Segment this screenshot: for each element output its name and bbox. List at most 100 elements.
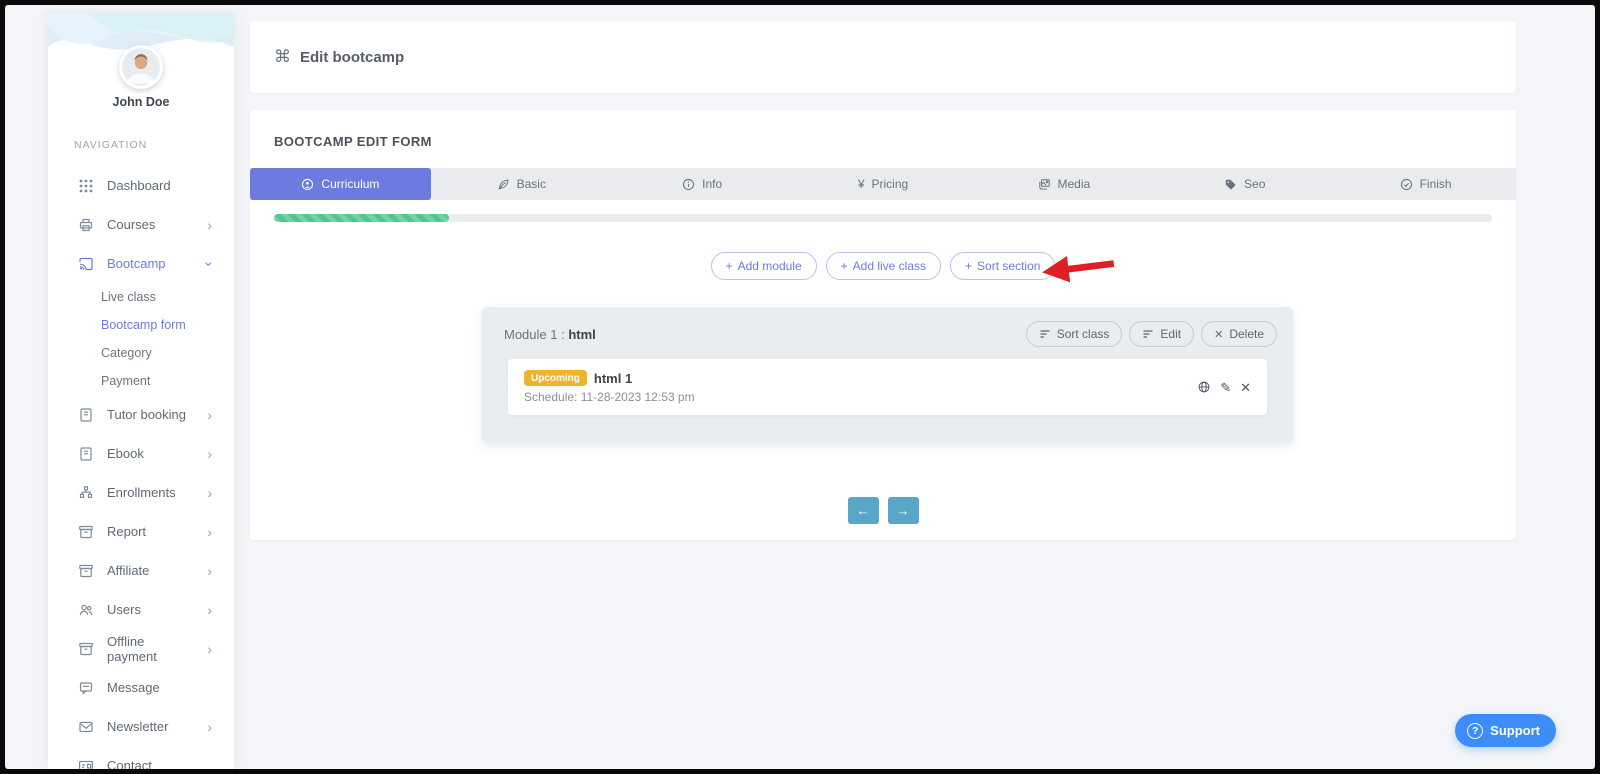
sidebar-item-label: Report xyxy=(107,524,146,539)
chevron-right-icon: › xyxy=(207,447,212,461)
tab-label: Finish xyxy=(1420,177,1452,191)
chevron-right-icon: › xyxy=(207,525,212,539)
user-name: John Doe xyxy=(48,95,234,109)
archive-icon xyxy=(78,524,94,540)
support-button[interactable]: ? Support xyxy=(1455,714,1556,747)
printer-icon xyxy=(78,217,94,233)
sidebar-item-newsletter[interactable]: Newsletter › xyxy=(48,707,234,746)
sidebar-item-offline-payment[interactable]: Offline payment › xyxy=(48,629,234,668)
sidebar-subitem-live-class[interactable]: Live class xyxy=(48,283,234,311)
envelope-icon xyxy=(78,719,94,735)
sidebar-item-affiliate[interactable]: Affiliate › xyxy=(48,551,234,590)
class-info: Upcoming html 1 Schedule: 11-28-2023 12:… xyxy=(524,370,695,404)
sidebar-item-label: Message xyxy=(107,680,160,695)
sidebar-item-enrollments[interactable]: Enrollments › xyxy=(48,473,234,512)
archive-icon xyxy=(78,641,94,657)
button-label: Add module xyxy=(738,259,802,273)
tab-basic[interactable]: Basic xyxy=(431,168,612,200)
plus-icon: + xyxy=(841,259,848,273)
sidebar-item-label: Affiliate xyxy=(107,563,149,578)
pencil-icon[interactable]: ✎ xyxy=(1220,381,1231,394)
screenshot-frame: John Doe NAVIGATION Dashboard Courses › … xyxy=(0,0,1600,774)
sidebar-subitem-payment[interactable]: Payment xyxy=(48,367,234,395)
close-icon[interactable]: ✕ xyxy=(1240,381,1251,394)
journal-icon xyxy=(78,407,94,423)
bootcamp-submenu: Live class Bootcamp form Category Paymen… xyxy=(48,283,234,395)
sidebar: John Doe NAVIGATION Dashboard Courses › … xyxy=(48,13,234,769)
support-label: Support xyxy=(1490,723,1540,738)
tab-label: Media xyxy=(1058,177,1091,191)
sidebar-item-report[interactable]: Report › xyxy=(48,512,234,551)
sidebar-item-label: Dashboard xyxy=(107,178,171,193)
tab-label: Pricing xyxy=(872,177,909,191)
sidebar-item-label: Bootcamp xyxy=(107,256,166,271)
class-schedule: Schedule: 11-28-2023 12:53 pm xyxy=(524,390,695,404)
avatar-photo xyxy=(122,48,160,86)
module-title: Module 1 : html xyxy=(504,327,596,342)
sidebar-item-label: Tutor booking xyxy=(107,407,186,422)
sidebar-subitem-category[interactable]: Category xyxy=(48,339,234,367)
tab-curriculum[interactable]: Curriculum xyxy=(250,168,431,200)
meeting-globe-icon[interactable] xyxy=(1197,380,1211,394)
sidebar-subitem-bootcamp-form[interactable]: Bootcamp form xyxy=(48,311,234,339)
id-card-icon xyxy=(78,758,94,770)
sidebar-item-tutor-booking[interactable]: Tutor booking › xyxy=(48,395,234,434)
feather-icon xyxy=(497,178,510,191)
sidebar-item-contact[interactable]: Contact xyxy=(48,746,234,769)
add-module-button[interactable]: + Add module xyxy=(711,252,817,280)
chevron-right-icon: › xyxy=(207,218,212,232)
chevron-right-icon: › xyxy=(207,603,212,617)
sidebar-item-message[interactable]: Message xyxy=(48,668,234,707)
wizard-pager: ← → xyxy=(250,497,1516,524)
chevron-right-icon: › xyxy=(207,720,212,734)
form-card-title: BOOTCAMP EDIT FORM xyxy=(250,110,1516,149)
grid-icon xyxy=(78,178,94,194)
button-label: Sort section xyxy=(977,259,1040,273)
nav-list: Dashboard Courses › Bootcamp › Live clas… xyxy=(48,166,234,769)
tab-label: Basic xyxy=(517,177,546,191)
images-icon xyxy=(1038,178,1051,191)
class-actions: ✎ ✕ xyxy=(1197,380,1251,394)
sidebar-item-bootcamp[interactable]: Bootcamp › xyxy=(48,244,234,283)
check-circle-icon xyxy=(1400,178,1413,191)
plus-icon: + xyxy=(965,259,972,273)
next-step-button[interactable]: → xyxy=(888,497,919,524)
tab-finish[interactable]: Finish xyxy=(1335,168,1516,200)
close-icon: ✕ xyxy=(1214,328,1223,341)
sitemap-icon xyxy=(78,485,94,501)
sidebar-item-label: Ebook xyxy=(107,446,144,461)
question-icon: ? xyxy=(1467,723,1483,739)
chevron-down-icon: › xyxy=(203,261,217,266)
wizard-progress-track xyxy=(274,214,1492,222)
journal-icon xyxy=(78,446,94,462)
button-label: Delete xyxy=(1229,327,1264,341)
chevron-right-icon: › xyxy=(207,564,212,578)
tab-pricing[interactable]: ¥ Pricing xyxy=(793,168,974,200)
tab-label: Curriculum xyxy=(321,177,379,191)
avatar[interactable] xyxy=(119,45,163,89)
button-label: Sort class xyxy=(1057,327,1110,341)
sidebar-item-users[interactable]: Users › xyxy=(48,590,234,629)
bootcamp-edit-form-card: BOOTCAMP EDIT FORM Curriculum Basic Info… xyxy=(250,110,1516,540)
prev-step-button[interactable]: ← xyxy=(848,497,879,524)
nav-section-label: NAVIGATION xyxy=(74,139,147,151)
admin-page: John Doe NAVIGATION Dashboard Courses › … xyxy=(5,5,1595,769)
users-icon xyxy=(78,602,94,618)
info-icon xyxy=(682,178,695,191)
sidebar-item-dashboard[interactable]: Dashboard xyxy=(48,166,234,205)
add-live-class-button[interactable]: + Add live class xyxy=(826,252,941,280)
wizard-tabs: Curriculum Basic Info ¥ Pricing Media Se… xyxy=(250,168,1516,200)
edit-module-button[interactable]: Edit xyxy=(1129,321,1194,347)
sort-class-button[interactable]: Sort class xyxy=(1026,321,1123,347)
sidebar-item-label: Users xyxy=(107,602,141,617)
delete-module-button[interactable]: ✕ Delete xyxy=(1201,321,1277,347)
sort-icon xyxy=(1142,328,1154,340)
tab-seo[interactable]: Seo xyxy=(1154,168,1335,200)
module-card: Module 1 : html Sort class Edit ✕ Delete xyxy=(482,307,1293,442)
sidebar-item-ebook[interactable]: Ebook › xyxy=(48,434,234,473)
tab-info[interactable]: Info xyxy=(612,168,793,200)
sidebar-item-courses[interactable]: Courses › xyxy=(48,205,234,244)
tab-media[interactable]: Media xyxy=(973,168,1154,200)
chevron-right-icon: › xyxy=(207,486,212,500)
module-title-name: html xyxy=(568,327,595,342)
